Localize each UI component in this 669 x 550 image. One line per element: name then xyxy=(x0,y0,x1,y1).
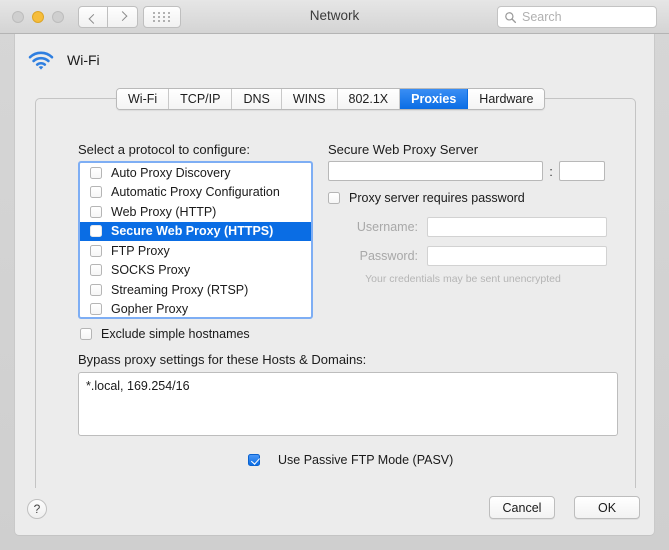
service-header: Wi-Fi xyxy=(27,49,100,71)
tab-bar: Wi-Fi TCP/IP DNS WINS 802.1X Proxies Hardware xyxy=(116,88,546,110)
wifi-icon xyxy=(28,51,54,70)
exclude-simple-hostnames-checkbox[interactable] xyxy=(80,328,92,340)
protocol-checkbox[interactable] xyxy=(90,225,102,238)
exclude-simple-hostnames-row[interactable]: Exclude simple hostnames xyxy=(80,327,250,341)
protocol-row[interactable]: FTP Proxy xyxy=(80,241,311,261)
protocol-row[interactable]: Auto Proxy Discovery xyxy=(80,163,311,183)
protocol-label: Web Proxy (HTTP) xyxy=(111,204,217,219)
proxy-host-input[interactable] xyxy=(328,161,543,181)
search-icon xyxy=(505,11,517,23)
username-row: Username: xyxy=(328,217,607,237)
protocol-row[interactable]: Secure Web Proxy (HTTPS) xyxy=(80,221,311,241)
username-label: Username: xyxy=(356,220,418,234)
protocol-row[interactable]: Web Proxy (HTTP) xyxy=(80,202,311,222)
passive-ftp-checkbox[interactable] xyxy=(248,454,260,466)
protocol-label: Auto Proxy Discovery xyxy=(111,165,231,180)
bypass-label: Bypass proxy settings for these Hosts & … xyxy=(78,352,367,367)
dialog-footer: ? Cancel OK xyxy=(14,488,655,536)
proxies-panel: Select a protocol to configure: Auto Pro… xyxy=(35,98,636,501)
protocol-label: SOCKS Proxy xyxy=(111,263,191,278)
tab-tcp-ip[interactable]: TCP/IP xyxy=(169,89,233,109)
protocol-checkbox[interactable] xyxy=(90,283,102,296)
protocol-label: Automatic Proxy Configuration xyxy=(111,185,280,200)
password-label: Password: xyxy=(359,249,418,263)
username-input[interactable] xyxy=(427,217,607,237)
protocol-list-label: Select a protocol to configure: xyxy=(78,142,250,157)
protocol-label: Secure Web Proxy (HTTPS) xyxy=(111,224,274,239)
protocol-list[interactable]: Auto Proxy Discovery Automatic Proxy Conf… xyxy=(78,161,313,319)
requires-password-checkbox[interactable] xyxy=(328,192,340,204)
protocol-checkbox[interactable] xyxy=(90,264,102,277)
tab-dns[interactable]: DNS xyxy=(232,89,282,109)
tab-hardware[interactable]: Hardware xyxy=(468,89,545,109)
protocol-checkbox[interactable] xyxy=(90,205,102,218)
protocol-row[interactable]: Automatic Proxy Configuration xyxy=(80,183,311,203)
server-address-row: : xyxy=(328,161,605,181)
search-field[interactable]: Search xyxy=(497,6,657,28)
server-panel-title: Secure Web Proxy Server xyxy=(328,142,479,157)
protocol-label: FTP Proxy xyxy=(111,243,170,258)
tab-wi-fi[interactable]: Wi-Fi xyxy=(117,89,170,109)
service-name: Wi-Fi xyxy=(67,52,100,68)
tab-wins[interactable]: WINS xyxy=(281,89,338,109)
window-titlebar: Network Search xyxy=(0,0,669,34)
protocol-checkbox[interactable] xyxy=(90,166,102,179)
protocol-row[interactable]: Gopher Proxy xyxy=(80,300,311,318)
protocol-checkbox[interactable] xyxy=(90,244,102,257)
port-separator: : xyxy=(549,163,553,179)
passive-ftp-label: Use Passive FTP Mode (PASV) xyxy=(278,453,454,467)
passive-ftp-row[interactable]: Use Passive FTP Mode (PASV) xyxy=(248,453,453,467)
tab-802-1x[interactable]: 802.1X xyxy=(337,89,401,109)
password-input[interactable] xyxy=(427,246,607,266)
requires-password-row[interactable]: Proxy server requires password xyxy=(328,191,525,205)
bypass-textarea[interactable]: *.local, 169.254/16 xyxy=(78,372,618,436)
ok-button[interactable]: OK xyxy=(574,496,640,519)
requires-password-label: Proxy server requires password xyxy=(349,191,525,205)
cancel-button[interactable]: Cancel xyxy=(489,496,555,519)
credentials-warning: Your credentials may be sent unencrypted xyxy=(365,273,561,285)
preferences-sheet: Wi-Fi Wi-Fi TCP/IP DNS WINS 802.1X Proxies Har… xyxy=(14,34,655,518)
protocol-label: Gopher Proxy xyxy=(111,302,189,317)
proxy-port-input[interactable] xyxy=(559,161,605,181)
protocol-label: Streaming Proxy (RTSP) xyxy=(111,282,249,297)
protocol-checkbox[interactable] xyxy=(90,186,102,199)
exclude-simple-hostnames-label: Exclude simple hostnames xyxy=(101,327,250,341)
protocol-row[interactable]: Streaming Proxy (RTSP) xyxy=(80,280,311,300)
tab-proxies[interactable]: Proxies xyxy=(400,89,469,109)
network-preferences-window: Network Search Wi-Fi Wi-Fi TCP/IP DNS WINS 8… xyxy=(0,0,669,550)
password-row: Password: xyxy=(328,246,607,266)
protocol-row[interactable]: SOCKS Proxy xyxy=(80,261,311,281)
search-placeholder: Search xyxy=(522,10,562,24)
protocol-checkbox[interactable] xyxy=(90,303,102,316)
help-button[interactable]: ? xyxy=(27,499,47,519)
